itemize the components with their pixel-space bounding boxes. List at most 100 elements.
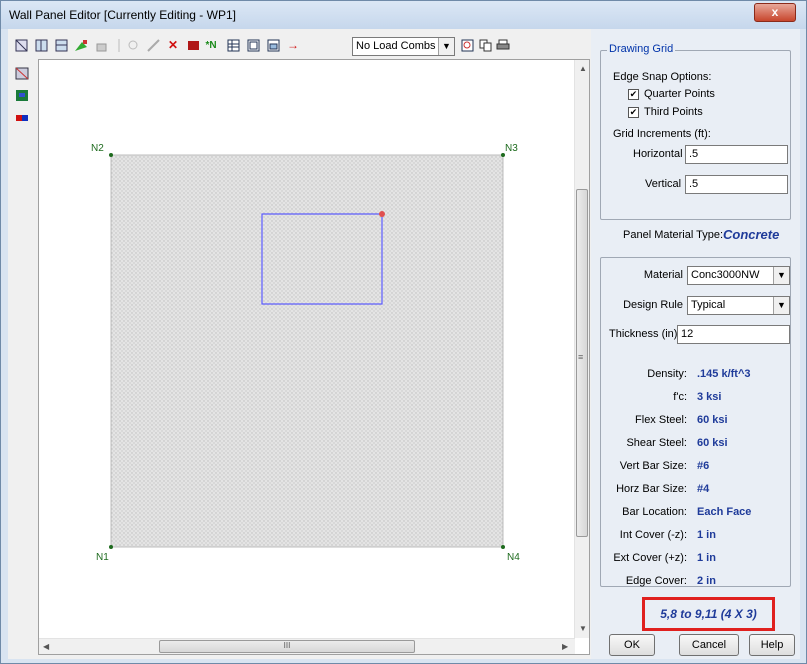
- node-icon[interactable]: *N: [204, 39, 218, 52]
- wall-panel-editor-window: Wall Panel Editor [Currently Editing - W…: [0, 0, 807, 664]
- help-button[interactable]: Help: [749, 634, 795, 656]
- material-label: Material: [643, 269, 683, 281]
- chevron-down-icon[interactable]: ▼: [438, 38, 454, 55]
- line-icon[interactable]: [146, 39, 160, 52]
- left-toolbar: [8, 59, 38, 659]
- fill-icon[interactable]: [186, 39, 200, 52]
- close-button[interactable]: x: [754, 3, 796, 22]
- node-n1-label: N1: [96, 552, 109, 563]
- int-cover-value: 1 in: [697, 529, 716, 541]
- panel-icon[interactable]: [14, 39, 28, 52]
- panel-region-icon[interactable]: [34, 39, 48, 52]
- selection-coordinates: 5,8 to 9,11 (4 X 3): [642, 597, 775, 631]
- horizontal-label: Horizontal: [633, 148, 683, 160]
- selection-handle[interactable]: [379, 211, 385, 217]
- vertical-scroll-thumb[interactable]: ≡: [576, 189, 588, 537]
- horizontal-increment-input[interactable]: .5: [685, 145, 788, 164]
- edge-cover-label: Edge Cover:: [625, 575, 687, 587]
- load-combo-value: No Load Combs: [356, 40, 436, 52]
- toolbar: ✕ *N → No Load Combs ▼: [8, 33, 593, 57]
- vertical-increment-input[interactable]: .5: [685, 175, 788, 194]
- shear-steel-value: 60 ksi: [697, 437, 728, 449]
- cancel-button[interactable]: Cancel: [679, 634, 739, 656]
- drawing-canvas[interactable]: N2 N3 N1 N4 ▲ ≡ ▼ ◀ III ▶: [38, 59, 590, 655]
- third-points-label: Third Points: [644, 106, 703, 118]
- ok-button[interactable]: OK: [609, 634, 655, 656]
- opening-icon[interactable]: [15, 89, 29, 102]
- edge-snap-label: Edge Snap Options:: [613, 71, 712, 83]
- vertical-label: Vertical: [645, 178, 682, 190]
- vertical-scrollbar[interactable]: ▲ ≡ ▼: [574, 60, 589, 638]
- horizontal-scroll-thumb[interactable]: III: [159, 640, 415, 653]
- chevron-down-icon[interactable]: ▼: [773, 267, 789, 284]
- flex-steel-label: Flex Steel:: [635, 414, 687, 426]
- material-group: Material Conc3000NW ▼ Design Rule Typica…: [600, 257, 791, 587]
- thickness-input[interactable]: 12: [677, 325, 790, 344]
- fc-label: f'c:: [673, 391, 687, 403]
- fc-value: 3 ksi: [697, 391, 722, 403]
- zoom-icon[interactable]: [460, 39, 474, 52]
- grid-icon[interactable]: [226, 39, 240, 52]
- vert-bar-size-value: #6: [697, 460, 710, 472]
- density-value: .145 k/ft^3: [697, 368, 751, 380]
- bar-location-value: Each Face: [697, 506, 752, 518]
- density-label: Density:: [647, 368, 687, 380]
- region-edit-icon[interactable]: [54, 39, 68, 52]
- material-select[interactable]: Conc3000NW ▼: [687, 266, 790, 285]
- title-bar[interactable]: Wall Panel Editor [Currently Editing - W…: [1, 1, 806, 29]
- snap-icon[interactable]: [126, 39, 140, 52]
- delete-icon[interactable]: ✕: [166, 39, 180, 52]
- copy-icon[interactable]: [478, 39, 492, 52]
- panel-material-type-label: Panel Material Type:: [623, 229, 724, 241]
- window2-icon[interactable]: [266, 39, 280, 52]
- flex-steel-value: 60 ksi: [697, 414, 728, 426]
- horz-bar-size-value: #4: [697, 483, 710, 495]
- node-n2-label: N2: [91, 143, 104, 154]
- thickness-label: Thickness (in): [609, 328, 678, 340]
- ext-cover-label: Ext Cover (+z):: [613, 552, 687, 564]
- third-points-checkbox[interactable]: ✔: [628, 107, 639, 118]
- boundary-icon[interactable]: [15, 111, 29, 124]
- scroll-up-icon[interactable]: ▲: [579, 64, 587, 73]
- properties-panel: Drawing Grid Edge Snap Options: ✔ Quarte…: [591, 29, 800, 659]
- scroll-down-icon[interactable]: ▼: [579, 624, 587, 633]
- node-n4[interactable]: [501, 545, 505, 549]
- scroll-right-icon[interactable]: ▶: [562, 642, 568, 651]
- load-combination-select[interactable]: No Load Combs ▼: [352, 37, 455, 56]
- edge-cover-value: 2 in: [697, 575, 716, 587]
- shear-steel-label: Shear Steel:: [626, 437, 687, 449]
- panel-drawing[interactable]: N2 N3 N1 N4: [39, 60, 575, 638]
- vscroll-grip: ≡: [578, 352, 584, 362]
- vert-bar-size-label: Vert Bar Size:: [619, 460, 687, 472]
- box-icon[interactable]: [94, 39, 108, 52]
- drawing-grid-group: Drawing Grid Edge Snap Options: ✔ Quarte…: [600, 43, 791, 220]
- load-icon[interactable]: →: [286, 39, 300, 52]
- drawing-grid-legend: Drawing Grid: [607, 43, 676, 55]
- node-n4-label: N4: [507, 552, 520, 563]
- design-rule-label: Design Rule: [623, 299, 683, 311]
- grid-increments-label: Grid Increments (ft):: [613, 128, 711, 140]
- bar-location-label: Bar Location:: [622, 506, 687, 518]
- chevron-down-icon[interactable]: ▼: [773, 297, 789, 314]
- node-n2[interactable]: [109, 153, 113, 157]
- draw-icon[interactable]: [74, 39, 88, 52]
- design-rule-value: Typical: [691, 299, 726, 311]
- pattern-icon[interactable]: [15, 67, 29, 80]
- scroll-left-icon[interactable]: ◀: [43, 642, 49, 651]
- int-cover-label: Int Cover (-z):: [619, 529, 687, 541]
- quarter-points-label: Quarter Points: [644, 88, 715, 100]
- client-area: ✕ *N → No Load Combs ▼ N2 N3 N1 N4 ▲ ≡ ▼…: [8, 29, 800, 659]
- design-rule-select[interactable]: Typical ▼: [687, 296, 790, 315]
- window-title: Wall Panel Editor [Currently Editing - W…: [9, 8, 236, 22]
- ext-cover-value: 1 in: [697, 552, 716, 564]
- separator-icon: [112, 39, 126, 52]
- node-n3-label: N3: [505, 143, 518, 154]
- horizontal-scrollbar[interactable]: ◀ III ▶: [39, 638, 575, 654]
- horz-bar-size-label: Horz Bar Size:: [616, 483, 687, 495]
- window-icon[interactable]: [246, 39, 260, 52]
- quarter-points-checkbox[interactable]: ✔: [628, 89, 639, 100]
- node-n1[interactable]: [109, 545, 113, 549]
- material-value: Conc3000NW: [691, 269, 760, 281]
- panel-material-type-value: Concrete: [723, 227, 780, 242]
- print-icon[interactable]: [496, 39, 510, 52]
